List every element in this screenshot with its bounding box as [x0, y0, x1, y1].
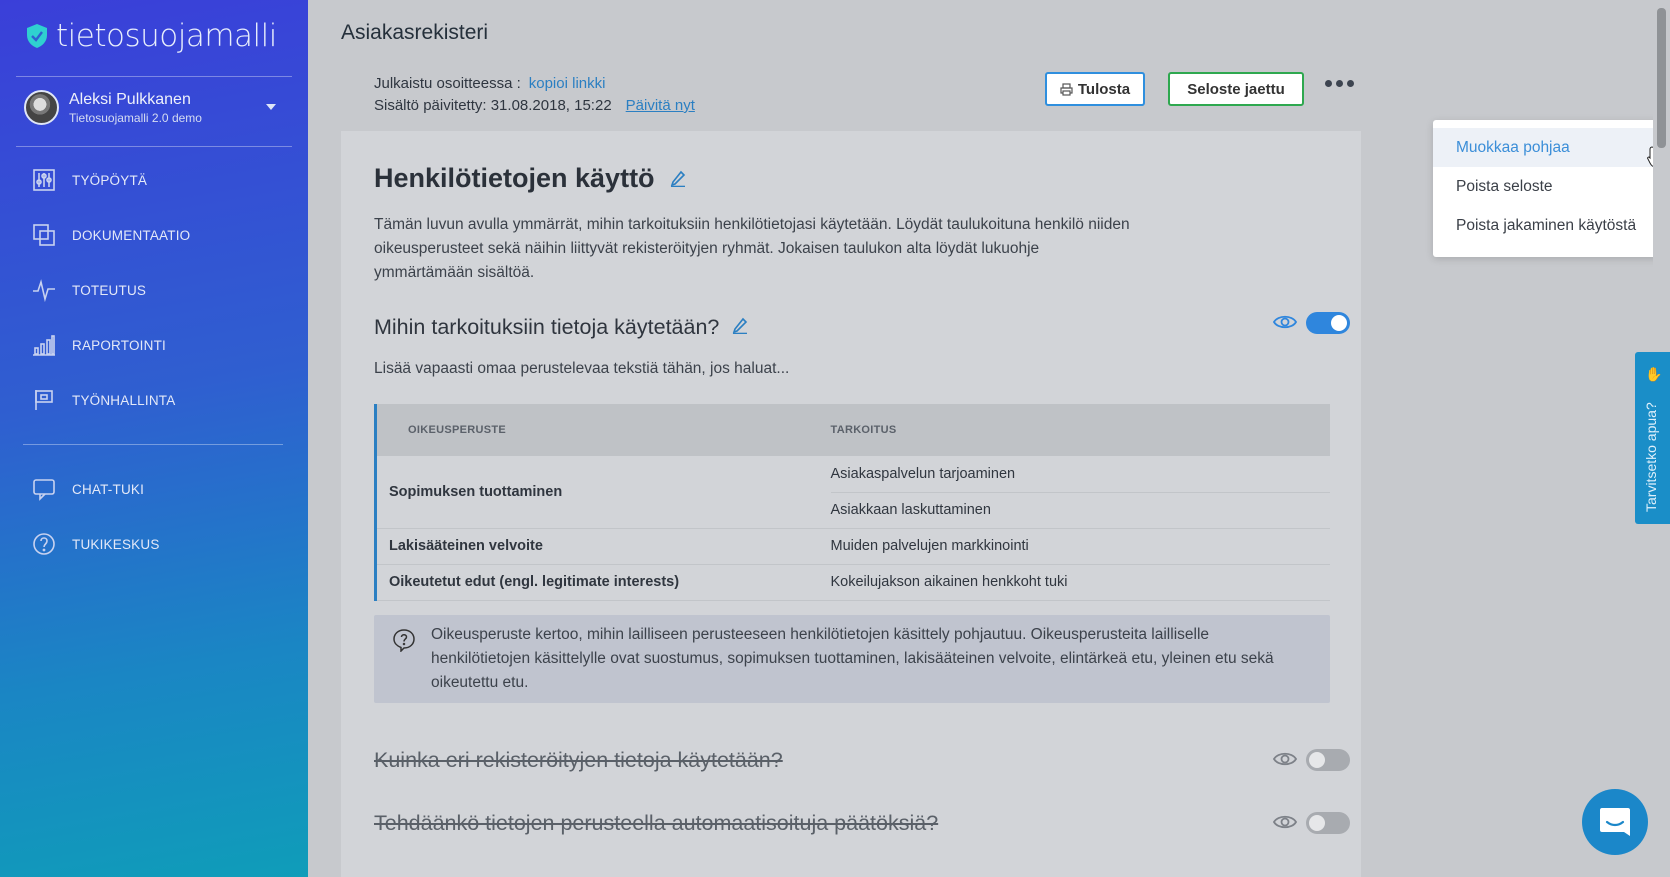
sidebar-item-tyopoyta[interactable]: TYÖPÖYTÄ: [32, 168, 147, 192]
sidebar-item-tyonhallinta[interactable]: TYÖNHALLINTA: [32, 388, 175, 412]
visibility-toggle[interactable]: [1306, 312, 1350, 334]
sidebar-item-label: CHAT-TUKI: [72, 481, 145, 497]
sidebar-divider: [16, 76, 292, 77]
logo[interactable]: tietosuojamalli: [26, 18, 277, 54]
more-options-dropdown: Muokkaa pohjaa Poista seloste Poista jak…: [1433, 120, 1665, 257]
help-circle-icon: [32, 532, 56, 556]
section-title-text: Henkilötietojen käyttö: [374, 163, 655, 193]
eye-icon: [1272, 751, 1298, 767]
sidebar-divider: [16, 146, 292, 147]
chat-launcher-button[interactable]: [1582, 789, 1648, 855]
sidebar: tietosuojamalli Aleksi Pulkkanen Tietosu…: [0, 0, 308, 877]
documents-icon: [32, 223, 56, 247]
print-button[interactable]: Tulosta: [1045, 72, 1145, 106]
help-tab-label: Tarvitsetko apua?: [1643, 402, 1659, 512]
updated-label: Sisältö päivitetty: 31.08.2018, 15:22: [374, 97, 612, 114]
sidebar-item-tukikeskus[interactable]: TUKIKESKUS: [32, 532, 160, 556]
legal-basis-table: OIKEUSPERUSTE TARKOITUS Sopimuksen tuott…: [374, 404, 1330, 601]
info-box: Oikeusperuste kertoo, mihin lailliseen p…: [374, 615, 1330, 703]
subsection-title-text: Mihin tarkoituksiin tietoja käytetään?: [374, 315, 720, 339]
column-header: OIKEUSPERUSTE: [408, 424, 507, 436]
chat-icon: [1600, 808, 1630, 836]
table-header-row: OIKEUSPERUSTE TARKOITUS: [375, 404, 1330, 456]
sidebar-item-label: TYÖNHALLINTA: [72, 392, 176, 408]
free-text-placeholder[interactable]: Lisää vapaasti omaa perustelevaa tekstiä…: [374, 360, 789, 378]
info-text: Oikeusperuste kertoo, mihin lailliseen p…: [431, 626, 1274, 691]
published-label: Julkaistu osoitteessa :: [374, 75, 521, 92]
page-title: Asiakasrekisteri: [341, 21, 489, 44]
edit-pencil-icon[interactable]: [731, 315, 749, 340]
sidebar-item-dokumentaatio[interactable]: DOKUMENTAATIO: [32, 223, 190, 247]
eye-icon: [1272, 814, 1298, 830]
column-header: TARKOITUS: [830, 424, 897, 436]
scrollbar-thumb[interactable]: [1657, 8, 1666, 148]
user-menu[interactable]: Aleksi Pulkkanen Tietosuojamalli 2.0 dem…: [24, 90, 286, 125]
sidebar-item-label: TUKIKESKUS: [72, 536, 160, 552]
question-circle-icon: [392, 628, 416, 653]
purpose-cell: Muiden palvelujen markkinointi: [830, 528, 1330, 565]
sidebar-divider: [23, 444, 283, 445]
dashboard-sliders-icon: [32, 168, 56, 192]
copy-link[interactable]: kopioi linkki: [529, 75, 606, 92]
user-org: Tietosuojamalli 2.0 demo: [69, 110, 202, 125]
chevron-down-icon[interactable]: [266, 104, 276, 110]
table-row: Oikeutetut edut (engl. legitimate intere…: [375, 564, 1330, 601]
sidebar-item-label: DOKUMENTAATIO: [72, 227, 191, 243]
more-options-icon[interactable]: [1325, 80, 1354, 87]
section-card: Henkilötietojen käyttö Tämän luvun avull…: [341, 131, 1361, 877]
print-label: Tulosta: [1077, 80, 1131, 98]
menu-item-disable-sharing[interactable]: Poista jakaminen käytöstä: [1433, 206, 1665, 245]
sidebar-item-label: TOTEUTUS: [72, 282, 147, 298]
menu-item-edit-template[interactable]: Muokkaa pohjaa: [1433, 128, 1665, 167]
sidebar-item-toteutus[interactable]: TOTEUTUS: [32, 278, 146, 302]
sidebar-item-label: TYÖPÖYTÄ: [72, 172, 148, 188]
basis-cell: Sopimuksen tuottaminen: [375, 456, 831, 529]
shield-logo-icon: [27, 24, 47, 48]
shared-button[interactable]: Seloste jaettu: [1168, 72, 1304, 106]
sidebar-item-raportointi[interactable]: RAPORTOINTI: [32, 333, 166, 357]
help-tab[interactable]: ✋ Tarvitsetko apua?: [1635, 352, 1670, 524]
main-content: Asiakasrekisteri Julkaistu osoitteessa :…: [308, 0, 1670, 877]
hidden-section-title: Kuinka eri rekisteröityjen tietoja käyte…: [374, 748, 783, 772]
edit-pencil-icon[interactable]: [669, 163, 687, 194]
section-intro: Tämän luvun avulla ymmärrät, mihin tarko…: [374, 216, 1130, 281]
user-name: Aleksi Pulkkanen: [69, 90, 191, 108]
bar-chart-icon: [32, 333, 56, 357]
printer-icon: [1060, 82, 1073, 96]
table-row: Sopimuksen tuottaminen Asiakaspalvelun t…: [375, 456, 1330, 529]
basis-cell: Oikeutetut edut (engl. legitimate intere…: [375, 564, 831, 601]
avatar: [24, 90, 59, 125]
eye-icon: [1272, 314, 1298, 330]
purpose-cell: Asiakkaan laskuttaminen: [830, 492, 1330, 529]
publish-meta: Julkaistu osoitteessa : kopioi linkki Sis…: [374, 73, 695, 117]
menu-item-delete-statement[interactable]: Poista seloste: [1433, 167, 1665, 206]
sidebar-item-chat-tuki[interactable]: CHAT-TUKI: [32, 477, 144, 501]
tasks-flag-icon: [32, 388, 56, 412]
purpose-cell: Kokeilujakson aikainen henkkoht tuki: [830, 564, 1330, 601]
chat-bubble-icon: [32, 477, 56, 501]
section-title: Henkilötietojen käyttö: [374, 163, 687, 194]
hidden-section-title: Tehdäänkö tietojen perusteella automaati…: [374, 811, 939, 835]
purpose-cell: Asiakaspalvelun tarjoaminen: [830, 456, 1330, 493]
update-now-link[interactable]: Päivitä nyt: [626, 97, 695, 114]
logo-text: tietosuojamalli: [56, 18, 277, 54]
sidebar-item-label: RAPORTOINTI: [72, 337, 166, 353]
visibility-toggle[interactable]: [1306, 812, 1350, 834]
subsection-title: Mihin tarkoituksiin tietoja käytetään?: [374, 315, 749, 340]
pulse-icon: [32, 278, 56, 302]
basis-cell: Lakisääteinen velvoite: [375, 528, 831, 565]
table-row: Lakisääteinen velvoite Muiden palvelujen…: [375, 528, 1330, 565]
visibility-toggle[interactable]: [1306, 749, 1350, 771]
wave-hand-icon: ✋: [1645, 366, 1663, 382]
